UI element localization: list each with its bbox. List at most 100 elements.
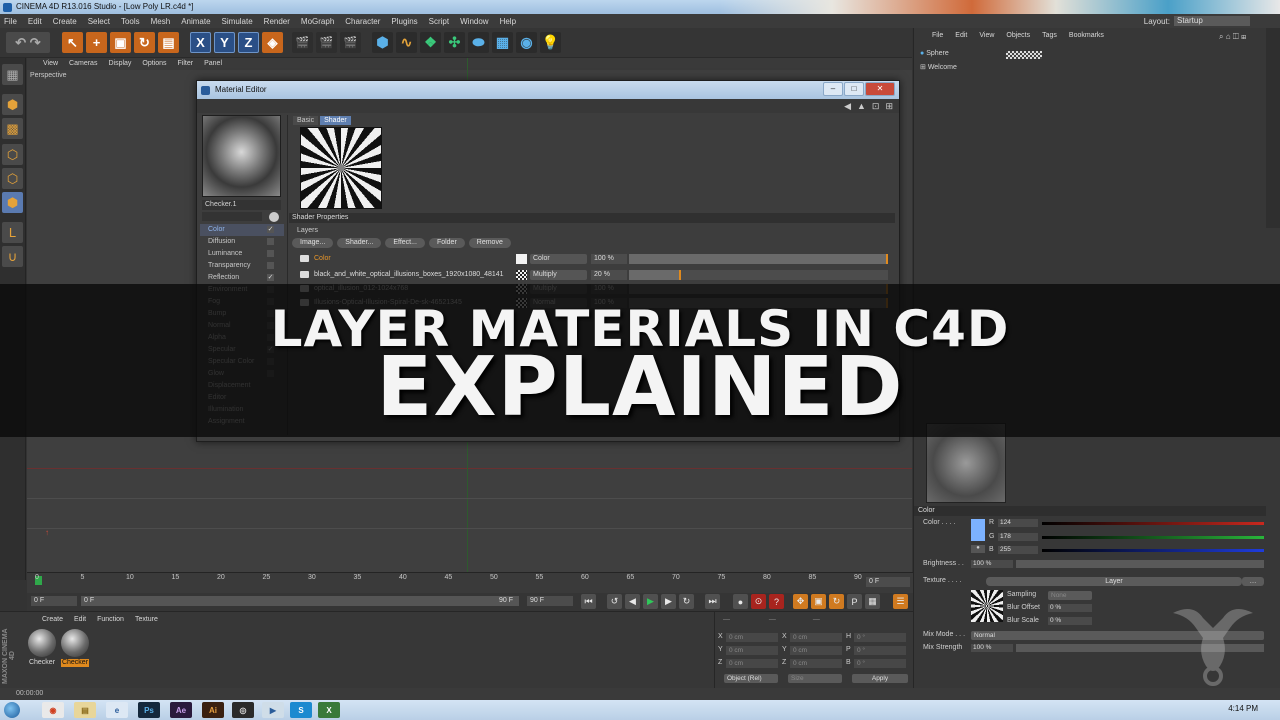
render-picture-viewer-icon[interactable]: 🎬 <box>316 32 337 53</box>
cube-object-icon[interactable]: ⬢ <box>372 32 393 53</box>
y-axis-icon[interactable]: Y <box>214 32 235 53</box>
illustrator-icon[interactable]: Ai <box>202 702 224 718</box>
go-to-end-icon[interactable]: ⏭ <box>705 594 720 609</box>
green-slider[interactable] <box>1042 536 1264 539</box>
remove-button[interactable]: Remove <box>468 238 511 248</box>
material-preview[interactable] <box>202 115 281 197</box>
minimize-icon[interactable]: – <box>823 82 843 96</box>
channel-item-reflection[interactable]: Reflection ✓ <box>200 272 284 284</box>
brightness-slider[interactable] <box>1016 560 1264 568</box>
pos-z-field[interactable]: 0 cm <box>726 659 778 668</box>
layer-opacity-slider[interactable] <box>629 270 888 280</box>
apply-button[interactable]: Apply <box>852 674 908 683</box>
pos-x-field[interactable]: 0 cm <box>726 633 778 642</box>
menu-simulate[interactable]: Simulate <box>222 17 253 26</box>
blur-scale-field[interactable]: 0 % <box>1048 617 1092 625</box>
snap-magnet-icon[interactable]: ∪ <box>2 246 23 267</box>
om-menu-file[interactable]: File <box>932 32 943 44</box>
layer-opacity-field[interactable]: 100 % <box>591 254 627 264</box>
scale-key-icon[interactable]: ▣ <box>811 594 826 609</box>
media-player-icon[interactable]: ▶ <box>262 702 284 718</box>
mm-menu-edit[interactable]: Edit <box>74 616 86 623</box>
close-icon[interactable]: ✕ <box>865 82 895 96</box>
autokeying-icon[interactable]: ⊙ <box>751 594 766 609</box>
mm-menu-function[interactable]: Function <box>97 616 124 623</box>
viewport-menu-view[interactable]: View <box>43 58 58 70</box>
material-label[interactable]: Checker <box>28 659 56 667</box>
menu-window[interactable]: Window <box>460 17 488 26</box>
channel-checkbox[interactable] <box>267 262 274 269</box>
om-menu-objects[interactable]: Objects <box>1006 32 1030 44</box>
layer-blend-mode-dropdown[interactable]: Color <box>530 254 587 264</box>
green-value-field[interactable]: 178 <box>998 533 1038 541</box>
object-row-sphere[interactable]: ● Sphere <box>920 50 1042 59</box>
spline-icon[interactable]: ∿ <box>396 32 417 53</box>
chrome-icon[interactable]: ◉ <box>42 702 64 718</box>
z-axis-icon[interactable]: Z <box>238 32 259 53</box>
menu-create[interactable]: Create <box>53 17 77 26</box>
render-view-icon[interactable]: 🎬 <box>292 32 313 53</box>
menu-plugins[interactable]: Plugins <box>391 17 417 26</box>
range-end-field[interactable]: 90 F <box>527 596 573 606</box>
menu-character[interactable]: Character <box>345 17 380 26</box>
material-thumbnail[interactable] <box>28 629 56 657</box>
channel-checkbox[interactable] <box>267 238 274 245</box>
floor-icon[interactable]: ▦ <box>492 32 513 53</box>
menu-render[interactable]: Render <box>264 17 290 26</box>
light-icon[interactable]: 💡 <box>540 32 561 53</box>
lock-icon[interactable]: ⊡ <box>872 101 880 112</box>
rot-p-field[interactable]: 0 ° <box>854 646 906 655</box>
layer-opacity-slider[interactable] <box>629 254 888 264</box>
channel-item-color[interactable]: Color ✓ <box>200 224 284 236</box>
size-y-field[interactable]: 0 cm <box>790 646 842 655</box>
rotate-icon[interactable]: ↻ <box>134 32 155 53</box>
layer-blend-mode-dropdown[interactable]: Multiply <box>530 270 587 280</box>
mm-menu-texture[interactable]: Texture <box>135 616 158 623</box>
channel-checkbox[interactable]: ✓ <box>267 226 274 233</box>
coordinate-mode-dropdown[interactable]: Object (Rel) <box>724 674 778 683</box>
make-editable-icon[interactable]: ▦ <box>2 64 23 85</box>
excel-icon[interactable]: X <box>318 702 340 718</box>
layer-row[interactable]: black_and_white_optical_illusions_boxes_… <box>300 269 894 281</box>
recent-tool-icon[interactable]: ▤ <box>158 32 179 53</box>
material-name-field[interactable]: Checker.1 <box>202 200 281 210</box>
scale-icon[interactable]: ▣ <box>110 32 131 53</box>
tab-shader[interactable]: Shader <box>320 116 351 125</box>
layout-dropdown[interactable]: Startup <box>1174 16 1250 26</box>
rotation-key-icon[interactable]: ↻ <box>829 594 844 609</box>
size-mode-dropdown[interactable]: Size <box>788 674 842 683</box>
skype-icon[interactable]: S <box>290 702 312 718</box>
effect-button[interactable]: Effect... <box>385 238 425 248</box>
previous-frame-icon[interactable]: ◀ <box>625 594 640 609</box>
menu-help[interactable]: Help <box>500 17 516 26</box>
red-slider[interactable] <box>1042 522 1264 525</box>
sampling-dropdown[interactable]: None <box>1048 591 1092 600</box>
rot-b-field[interactable]: 0 ° <box>854 659 906 668</box>
position-key-icon[interactable]: ✥ <box>793 594 808 609</box>
red-value-field[interactable]: 124 <box>998 519 1038 527</box>
array-icon[interactable]: ✣ <box>444 32 465 53</box>
om-menu-bookmarks[interactable]: Bookmarks <box>1069 32 1104 44</box>
camera-icon[interactable]: ◉ <box>516 32 537 53</box>
new-window-icon[interactable]: ⊞ <box>885 101 893 112</box>
preview-options-dropdown[interactable] <box>202 212 262 221</box>
back-arrow-icon[interactable]: ◀ <box>844 101 851 112</box>
viewport-menu-options[interactable]: Options <box>142 58 166 70</box>
color-swatch[interactable] <box>971 519 985 541</box>
previous-key-icon[interactable]: ↺ <box>607 594 622 609</box>
folder-button[interactable]: Folder <box>428 238 465 248</box>
shader-button[interactable]: Shader... <box>337 238 382 248</box>
viewport-menu-panel[interactable]: Panel <box>204 58 222 70</box>
move-icon[interactable]: + <box>86 32 107 53</box>
om-search-icon[interactable]: ⌕ ⌂ ◫ ⊞ <box>1219 32 1246 42</box>
start-button-icon[interactable] <box>4 702 20 718</box>
om-menu-edit[interactable]: Edit <box>955 32 967 44</box>
layer-opacity-field[interactable]: 20 % <box>591 270 627 280</box>
preview-range-slider[interactable]: 0 F 90 F <box>81 596 519 606</box>
record-keys-icon[interactable]: ● <box>733 594 748 609</box>
undo-redo-icon[interactable]: ↶ ↷ <box>6 32 50 53</box>
blue-value-field[interactable]: 255 <box>998 546 1038 554</box>
channel-item-luminance[interactable]: Luminance <box>200 248 284 260</box>
parameter-key-icon[interactable]: P <box>847 594 862 609</box>
render-settings-icon[interactable]: 🎬 <box>340 32 361 53</box>
